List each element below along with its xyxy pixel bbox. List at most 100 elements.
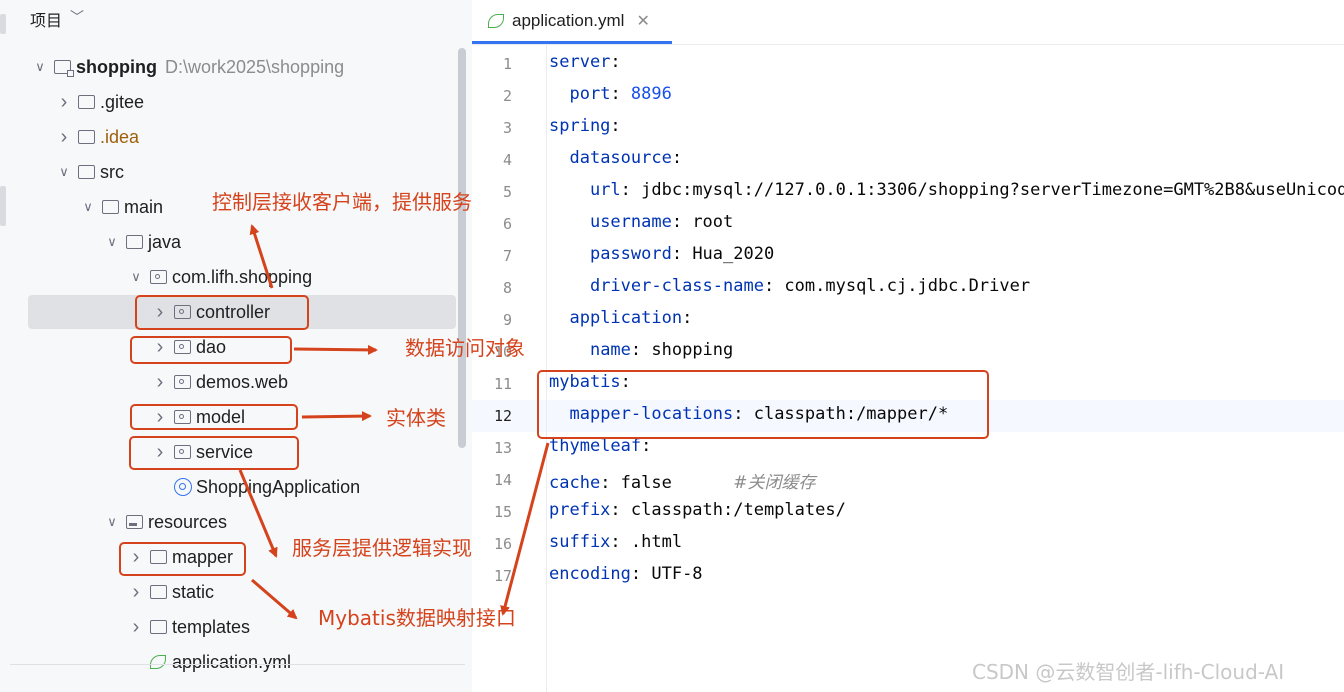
code-line[interactable]: name: shopping xyxy=(549,340,733,360)
code-line[interactable]: url: jdbc:mysql://127.0.0.1:3306/shoppin… xyxy=(549,180,1344,200)
package-icon xyxy=(150,270,167,284)
code-line[interactable]: application: xyxy=(549,308,692,328)
annotation-box-dao xyxy=(130,336,292,364)
tree-item[interactable]: ∨ com.lifh.shopping xyxy=(126,260,312,294)
tree-item[interactable]: › .gitee xyxy=(54,85,144,119)
folder-icon xyxy=(102,200,119,214)
yaml-key: name xyxy=(589,340,631,360)
gutter-divider xyxy=(546,45,547,692)
tree-item[interactable]: ∨ java xyxy=(102,225,181,259)
folder-icon xyxy=(78,165,95,179)
code-line[interactable]: server: xyxy=(549,52,621,72)
tree-item[interactable]: › .idea xyxy=(54,120,139,154)
annotation-controller: 控制层接收客户端，提供服务 xyxy=(212,190,472,214)
line-number: 3 xyxy=(502,119,512,137)
annotation-box-service xyxy=(129,436,299,470)
line-number: 17 xyxy=(493,567,512,585)
line-number: 6 xyxy=(502,215,512,233)
tab-label: application.yml xyxy=(512,10,625,30)
tree-item[interactable]: › demos.web xyxy=(150,365,288,399)
yaml-value: : classpath:/templates/ xyxy=(610,500,846,520)
code-line[interactable]: driver-class-name: com.mysql.cj.jdbc.Dri… xyxy=(549,276,1030,296)
chevron-down-icon[interactable]: ∨ xyxy=(126,269,146,285)
yaml-value xyxy=(549,308,569,328)
annotation-box-controller xyxy=(135,295,309,330)
chevron-down-icon[interactable]: ∨ xyxy=(54,164,74,180)
line-number: 14 xyxy=(493,471,512,489)
tree-item-label: .gitee xyxy=(100,91,145,112)
yaml-value: : .html xyxy=(610,532,683,552)
tree-item[interactable]: ShoppingApplication xyxy=(150,470,360,504)
tree-item-label: templates xyxy=(172,616,251,637)
yaml-key: encoding xyxy=(549,564,631,584)
watermark: CSDN @云数智创者-lifh-Cloud-AI xyxy=(972,660,1285,684)
close-icon[interactable]: ✕ xyxy=(636,11,649,31)
line-number: 13 xyxy=(493,439,512,457)
line-number: 9 xyxy=(502,311,512,329)
tab-application-yml[interactable]: application.yml ✕ xyxy=(472,0,672,44)
code-line[interactable]: suffix: .html xyxy=(549,532,682,552)
tab-bar-border xyxy=(472,44,1344,45)
code-line[interactable]: port: 8896 xyxy=(549,84,672,104)
side-strip-mark xyxy=(0,14,6,34)
code-line[interactable]: password: Hua_2020 xyxy=(549,244,774,264)
yaml-value: : jdbc:mysql://127.0.0.1:3306/shopping?s… xyxy=(620,180,1344,200)
folder-icon xyxy=(150,585,167,599)
tree-item-label: ShoppingApplication xyxy=(196,476,361,497)
yaml-value xyxy=(549,340,590,360)
chevron-down-icon[interactable]: ∨ xyxy=(30,59,50,75)
chevron-down-icon[interactable]: ∨ xyxy=(102,234,122,250)
chevron-right-icon[interactable]: › xyxy=(126,616,146,639)
code-line[interactable]: cache: false #关闭缓存 xyxy=(549,468,816,493)
resources-folder-icon xyxy=(126,515,143,529)
annotation-dao: 数据访问对象 xyxy=(405,336,525,360)
line-number: 5 xyxy=(502,183,512,201)
chevron-right-icon[interactable]: › xyxy=(126,581,146,604)
line-number: 15 xyxy=(493,503,512,521)
project-path: D:\work2025\shopping xyxy=(164,56,345,77)
chevron-down-icon[interactable]: ﹀ xyxy=(70,7,84,27)
tree-item-label: resources xyxy=(148,511,228,532)
yaml-value xyxy=(549,148,569,168)
package-icon xyxy=(174,375,191,389)
yaml-key: application xyxy=(569,308,683,328)
chevron-right-icon[interactable]: › xyxy=(54,91,74,114)
chevron-down-icon[interactable]: ∨ xyxy=(78,199,98,215)
yaml-value: : xyxy=(641,436,652,456)
chevron-right-icon[interactable]: › xyxy=(150,371,170,394)
code-line[interactable]: username: root xyxy=(549,212,733,232)
yaml-key: password xyxy=(589,244,672,264)
annotation-service: 服务层提供逻辑实现 xyxy=(292,536,472,560)
yaml-value: 8896 xyxy=(630,84,672,104)
code-line[interactable]: thymeleaf: xyxy=(549,436,651,456)
line-number: 4 xyxy=(502,151,512,169)
yaml-value: : Hua_2020 xyxy=(671,244,775,264)
tree-item[interactable]: ∨ shopping D:\work2025\shopping xyxy=(30,50,344,84)
tree-scrollbar[interactable] xyxy=(458,48,466,448)
folder-icon xyxy=(78,130,95,144)
yaml-value: : root xyxy=(671,212,734,232)
yaml-value: : xyxy=(682,308,693,328)
tree-item[interactable]: › templates xyxy=(126,610,250,644)
code-line[interactable]: spring: xyxy=(549,116,621,136)
line-number: 12 xyxy=(493,407,512,425)
yaml-value: : shopping xyxy=(630,340,734,360)
tree-item[interactable]: ∨ main xyxy=(78,190,163,224)
tree-item[interactable]: application.yml xyxy=(126,645,291,679)
tree-item[interactable]: › static xyxy=(126,575,214,609)
code-line[interactable]: prefix: classpath:/templates/ xyxy=(549,500,846,520)
code-line[interactable]: encoding: UTF-8 xyxy=(549,564,703,584)
tree-item-label: main xyxy=(124,196,164,217)
editor-area: application.yml ✕ 1 server: 2 port: 8896 3 s… xyxy=(472,0,1344,692)
yaml-value: : xyxy=(610,52,621,72)
chevron-right-icon[interactable]: › xyxy=(54,126,74,149)
yaml-value: : xyxy=(610,84,631,104)
code-comment: #关闭缓存 xyxy=(733,473,816,493)
tree-item[interactable]: ∨ resources xyxy=(102,505,227,539)
yaml-value xyxy=(549,276,590,296)
tree-item[interactable]: ∨ src xyxy=(54,155,124,189)
chevron-down-icon[interactable]: ∨ xyxy=(102,514,122,530)
project-panel-title[interactable]: 项目 xyxy=(30,7,62,31)
project-panel-header: 项目 ﹀ xyxy=(0,0,472,34)
code-line[interactable]: datasource: xyxy=(549,148,682,168)
